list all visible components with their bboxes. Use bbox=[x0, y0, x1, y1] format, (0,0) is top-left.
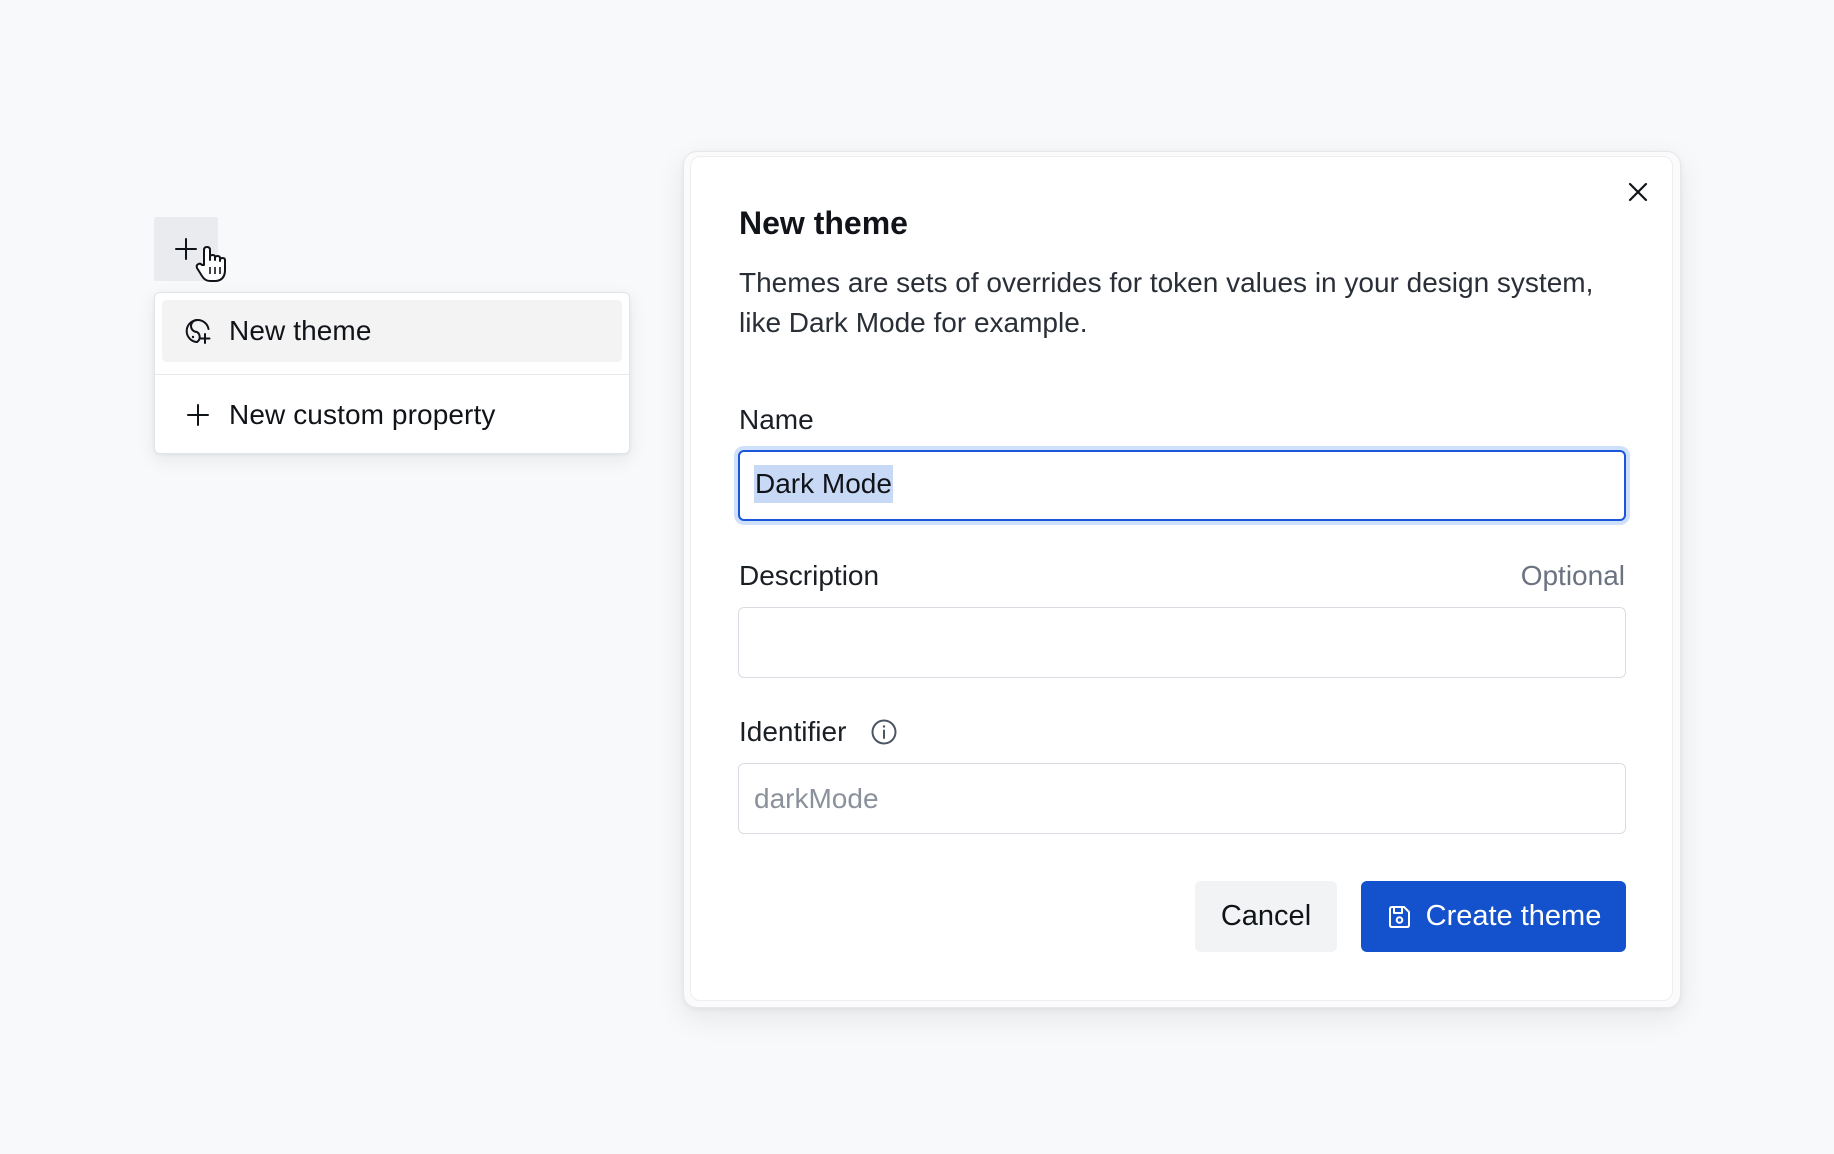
plus-icon bbox=[184, 401, 212, 429]
create-theme-button[interactable]: Create theme bbox=[1361, 881, 1626, 952]
theme-add-icon bbox=[184, 317, 212, 345]
menu-item-label: New custom property bbox=[229, 399, 496, 430]
create-theme-label: Create theme bbox=[1425, 900, 1602, 932]
optional-hint: Optional bbox=[1520, 560, 1625, 591]
identifier-input[interactable] bbox=[738, 763, 1626, 834]
cancel-button[interactable]: Cancel bbox=[1195, 881, 1337, 952]
dialog-title: New theme bbox=[739, 205, 908, 241]
name-input[interactable] bbox=[738, 450, 1626, 521]
close-button[interactable] bbox=[1622, 176, 1654, 208]
menu-item-new-custom-property[interactable]: New custom property bbox=[162, 384, 622, 446]
name-field-wrapper: Dark Mode bbox=[738, 450, 1626, 521]
name-label: Name bbox=[739, 404, 814, 435]
menu-item-new-theme[interactable]: New theme bbox=[162, 300, 622, 362]
save-icon bbox=[1386, 904, 1412, 930]
info-icon[interactable] bbox=[870, 718, 898, 746]
menu-item-label: New theme bbox=[229, 315, 372, 346]
close-icon bbox=[1626, 180, 1650, 204]
description-input[interactable] bbox=[738, 607, 1626, 678]
dialog-description: Themes are sets of overrides for token v… bbox=[739, 267, 1594, 338]
menu-divider bbox=[155, 374, 629, 375]
add-dropdown-menu: New theme New custom property bbox=[154, 292, 630, 454]
hand-pointer-cursor-icon bbox=[195, 246, 226, 282]
identifier-label: Identifier bbox=[739, 716, 847, 747]
description-label: Description bbox=[739, 560, 880, 591]
